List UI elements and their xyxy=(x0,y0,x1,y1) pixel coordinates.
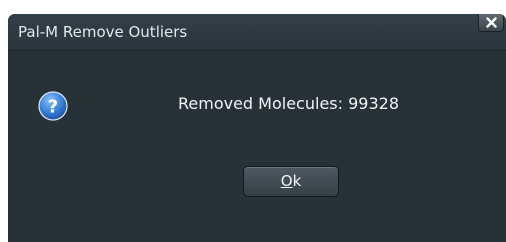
ok-mnemonic: O xyxy=(280,172,293,190)
remove-outliers-dialog: Pal-M Remove Outliers ? Removed Molecule… xyxy=(8,14,506,242)
removed-molecules-message: Removed Molecules: 99328 xyxy=(178,94,399,113)
close-icon xyxy=(486,17,497,28)
title-bar[interactable]: Pal-M Remove Outliers xyxy=(8,14,506,51)
ok-label-rest: k xyxy=(292,172,302,190)
help-question-icon: ? xyxy=(38,91,68,121)
dialog-title: Pal-M Remove Outliers xyxy=(18,23,188,41)
ok-button[interactable]: Ok xyxy=(243,166,339,197)
svg-text:?: ? xyxy=(48,97,58,118)
close-button[interactable] xyxy=(478,14,504,32)
